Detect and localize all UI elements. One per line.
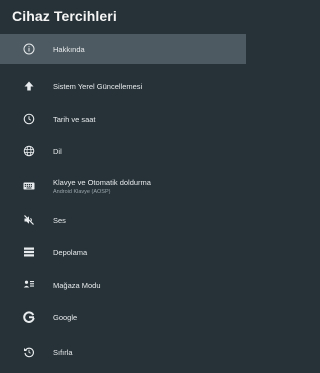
menu-item-sound[interactable]: Ses (0, 205, 246, 235)
page-title: Cihaz Tercihleri (12, 8, 117, 24)
info-icon (22, 42, 36, 56)
google-icon (22, 310, 36, 324)
menu-item-store-mode[interactable]: Mağaza Modu (0, 270, 246, 300)
sound-off-icon (22, 213, 36, 227)
menu-item-label: Hakkında (53, 44, 85, 54)
menu-item-label: Google (53, 312, 78, 322)
menu-item-about[interactable]: Hakkında (0, 34, 246, 64)
menu-item-label: Sistem Yerel Güncellemesi (53, 81, 143, 91)
menu-item-label: Sıfırla (53, 347, 73, 357)
storage-icon (22, 245, 36, 259)
menu-item-reset[interactable]: Sıfırla (0, 337, 246, 367)
menu-item-google[interactable]: Google (0, 302, 246, 332)
menu-item-label: Klavye ve Otomatik doldurma (53, 177, 151, 187)
menu-item-label: Mağaza Modu (53, 280, 101, 290)
globe-icon (22, 144, 36, 158)
keyboard-icon (22, 179, 36, 193)
menu-item-date-time[interactable]: Tarih ve saat (0, 104, 246, 134)
clock-icon (22, 112, 36, 126)
menu-item-label: Tarih ve saat (53, 114, 96, 124)
arrow-up-icon (22, 79, 36, 93)
menu-item-sublabel: Android Klavye (AOSP) (53, 188, 111, 195)
reset-icon (22, 345, 36, 359)
menu-item-keyboard[interactable]: Klavye ve Otomatik doldurma Android Klav… (0, 171, 246, 201)
menu-item-storage[interactable]: Depolama (0, 237, 246, 267)
menu-item-label: Dil (53, 146, 62, 156)
menu-item-system-update[interactable]: Sistem Yerel Güncellemesi (0, 71, 246, 101)
device-preferences-panel: Cihaz Tercihleri Hakkında Sistem Yerel G… (0, 0, 246, 373)
store-mode-icon (22, 278, 36, 292)
menu-item-label: Ses (53, 215, 66, 225)
menu-item-language[interactable]: Dil (0, 136, 246, 166)
menu-item-label: Depolama (53, 247, 88, 257)
